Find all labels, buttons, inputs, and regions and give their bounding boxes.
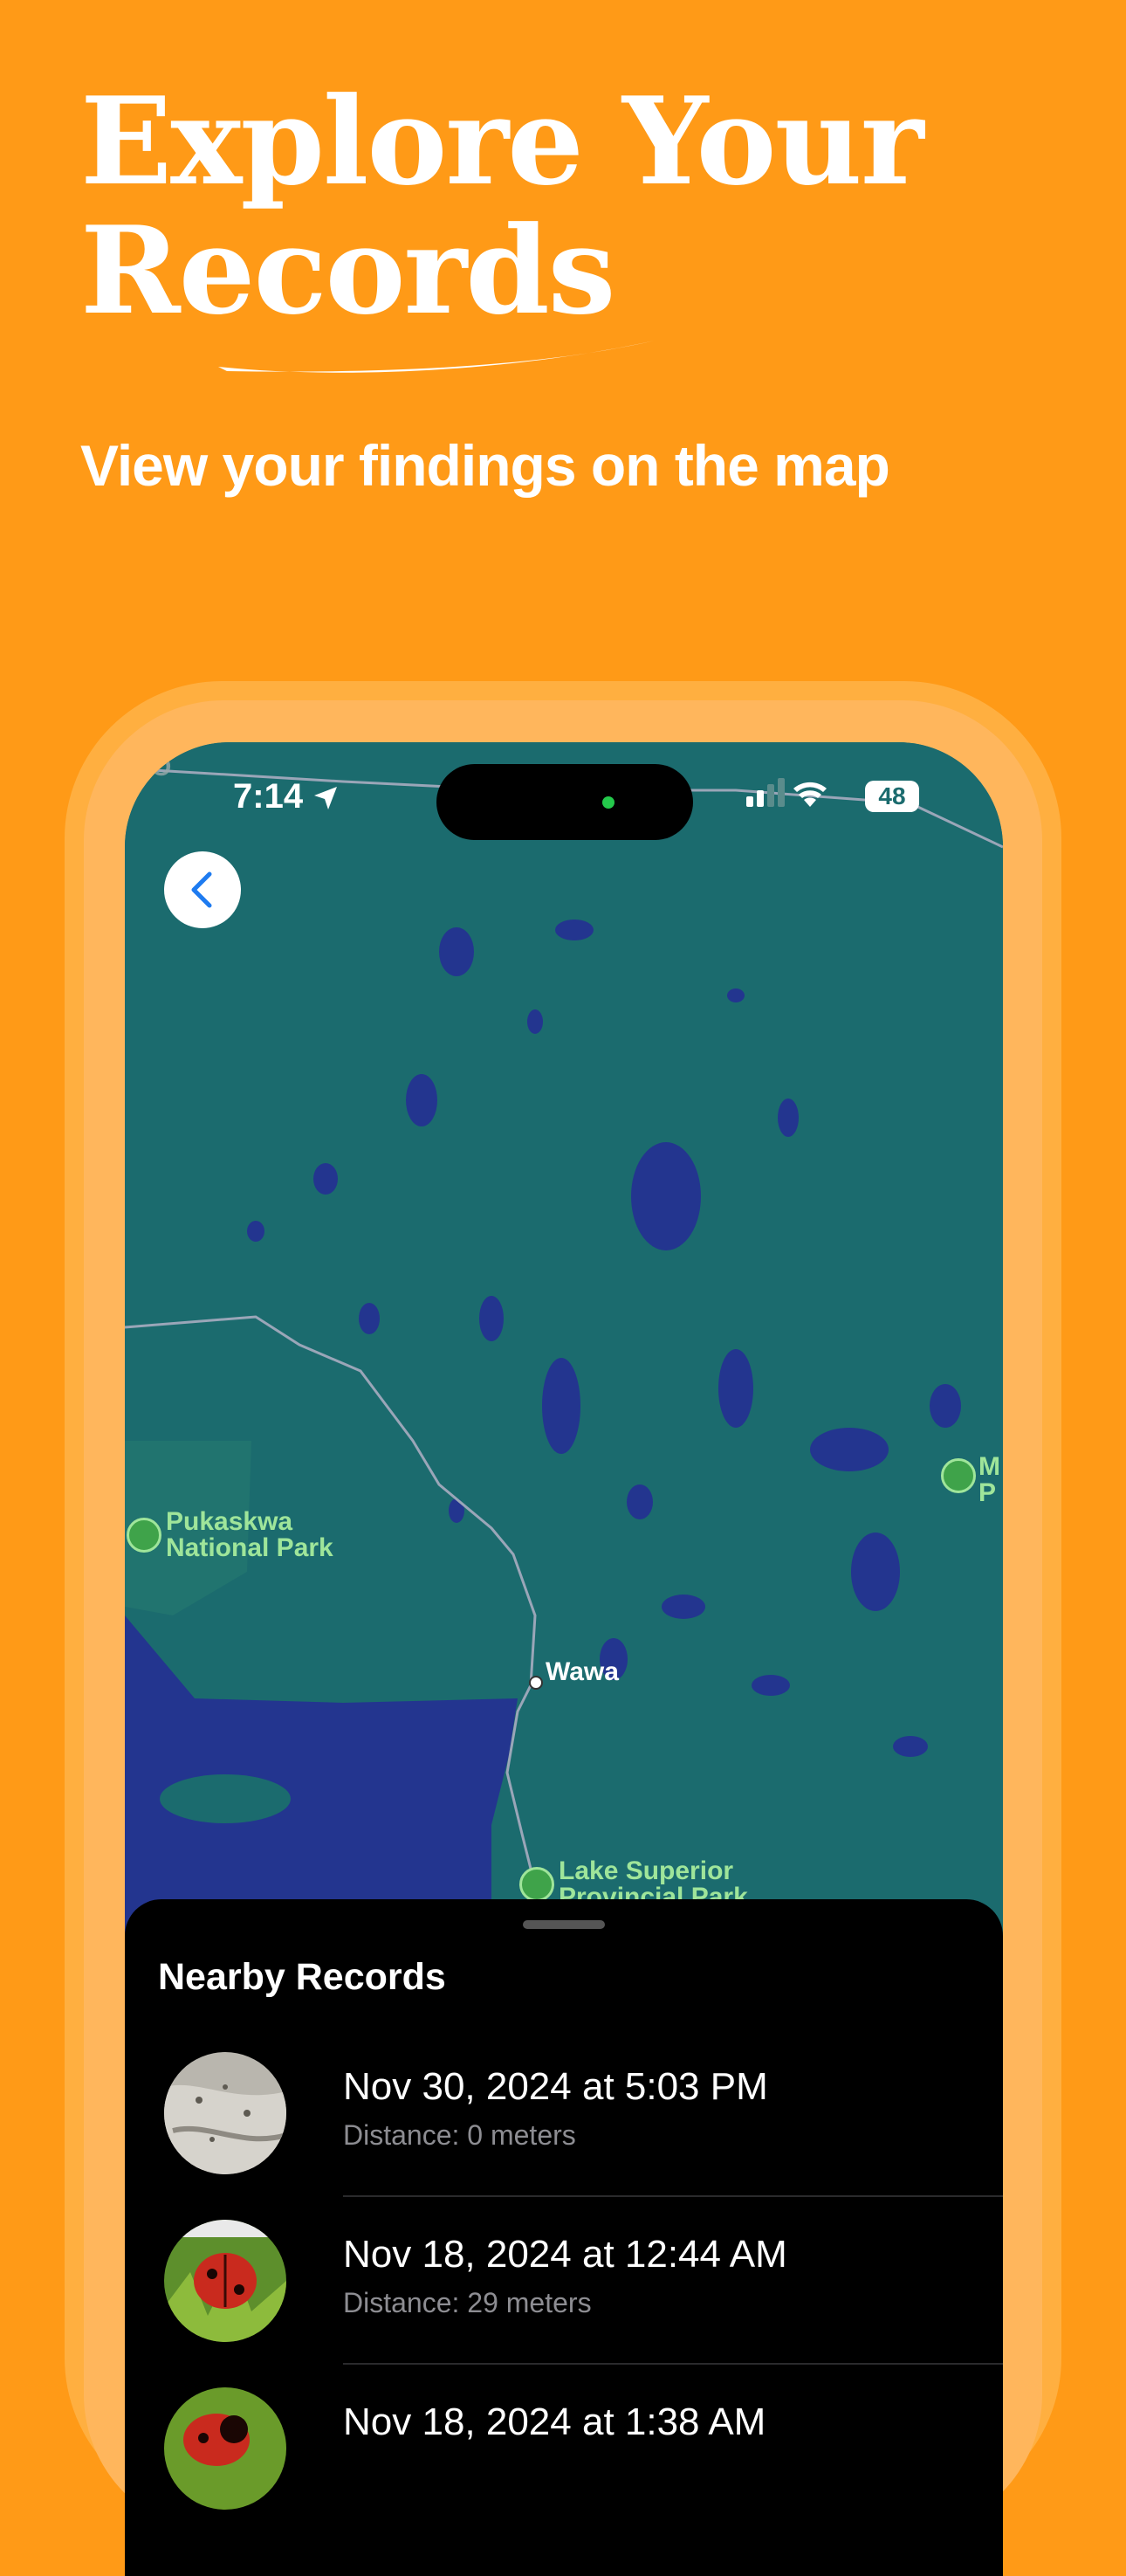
row-divider (343, 2363, 1003, 2365)
record-thumbnail (164, 2052, 286, 2174)
wifi-icon (793, 782, 827, 807)
camera-indicator-dot (602, 796, 614, 809)
nearby-records-sheet[interactable]: Nearby Records Nov 30, 2024 at 5:03 PM D… (125, 1899, 1003, 2576)
record-thumbnail (164, 2387, 286, 2510)
map-view[interactable] (125, 742, 1003, 1965)
record-row[interactable]: Nov 18, 2024 at 1:38 AM (164, 2387, 1003, 2555)
subtitle: View your findings on the map (80, 433, 890, 498)
record-date: Nov 18, 2024 at 12:44 AM (343, 2233, 787, 2276)
sheet-grabber[interactable] (523, 1920, 605, 1929)
cell-signal-icon (746, 778, 785, 807)
record-distance: Distance: 29 meters (343, 2287, 592, 2318)
map-label-right-edge-line2: P (978, 1478, 997, 1507)
headline-line2: Records (80, 199, 615, 341)
row-divider (343, 2195, 1003, 2197)
map-label-wawa[interactable]: Wawa (546, 1659, 619, 1685)
map-label-pukaskwa-line2: National Park (166, 1533, 333, 1562)
map-label-pukaskwa[interactable]: Pukaskwa National Park (166, 1509, 333, 1561)
park-pin-icon[interactable] (127, 1518, 161, 1553)
record-row[interactable]: Nov 30, 2024 at 5:03 PM Distance: 0 mete… (164, 2052, 1003, 2220)
record-row[interactable]: Nov 18, 2024 at 12:44 AM Distance: 29 me… (164, 2220, 1003, 2387)
phone-screen: RIO Pukaskwa National Park Wawa Lake Sup… (125, 742, 1003, 2576)
sheet-title: Nearby Records (158, 1956, 446, 1998)
map-label-pukaskwa-line1: Pukaskwa (166, 1507, 293, 1536)
record-date: Nov 18, 2024 at 1:38 AM (343, 2400, 766, 2443)
map-region-label: RIO (125, 753, 172, 782)
dynamic-island (436, 764, 693, 840)
chevron-left-icon (191, 871, 212, 908)
record-distance: Distance: 0 meters (343, 2119, 576, 2151)
map-label-right-edge-line1: M (978, 1452, 1000, 1481)
status-time: 7:14 (233, 777, 339, 816)
headline-line1: Explore Your (80, 70, 924, 212)
headline: Explore Your Records (80, 70, 924, 341)
record-date: Nov 30, 2024 at 5:03 PM (343, 2065, 768, 2108)
underline-swoosh (218, 341, 655, 373)
battery-indicator: 48 (865, 781, 919, 812)
park-pin-icon[interactable] (519, 1867, 554, 1902)
location-arrow-icon (314, 787, 338, 809)
signal-wifi-icons (746, 778, 827, 807)
map-label-right-edge[interactable]: M P (978, 1454, 1000, 1506)
status-time-text: 7:14 (233, 777, 304, 816)
back-button[interactable] (164, 851, 241, 928)
record-thumbnail (164, 2220, 286, 2342)
map-label-lake-superior-line1: Lake Superior (559, 1856, 734, 1885)
park-pin-icon[interactable] (941, 1458, 976, 1493)
